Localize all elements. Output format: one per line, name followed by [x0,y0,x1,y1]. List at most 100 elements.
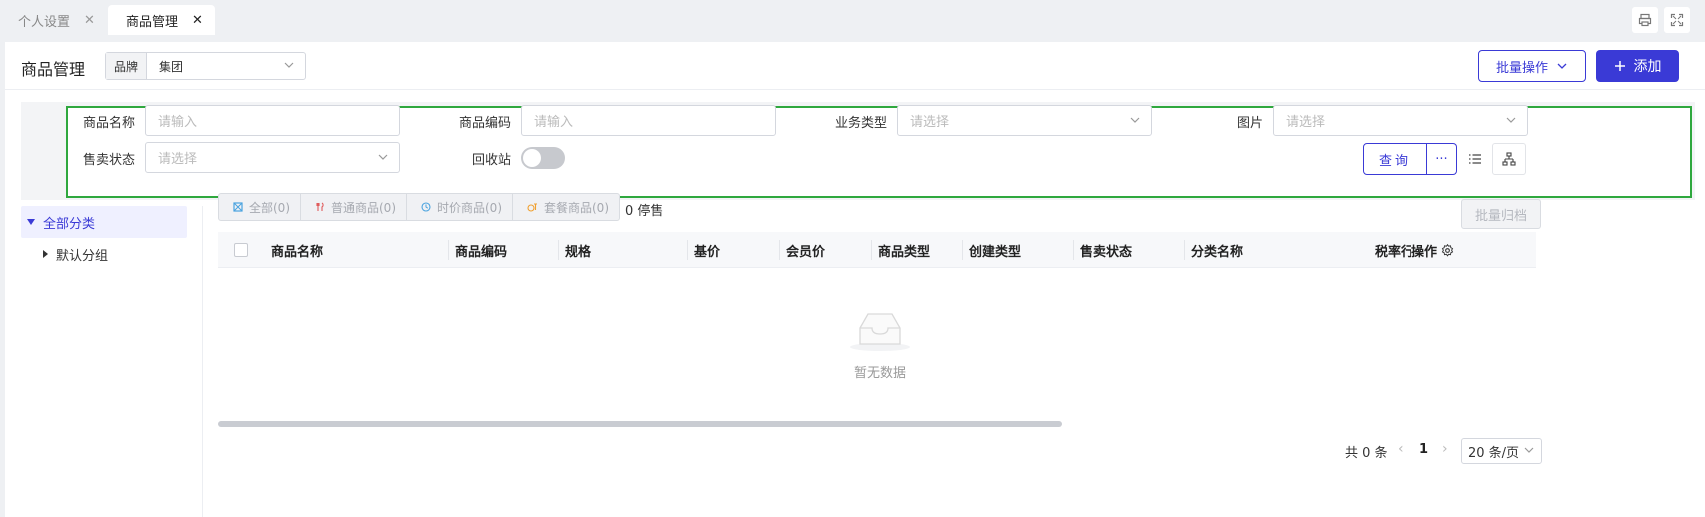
category-tree: 全部分类 默认分组 [5,206,203,517]
column-divider[interactable] [1184,240,1185,260]
product-type-filter: 全部(0) 普通商品(0) 时价商品(0) 套餐商品(0) [218,193,620,221]
tab-product-management[interactable]: 商品管理 ✕ [108,5,215,35]
column-divider[interactable] [1073,240,1074,260]
chevron-down-icon [1506,117,1516,123]
image-select[interactable]: 请选择 [1273,105,1528,136]
product-code-input[interactable]: 请输入 [521,105,776,136]
column-divider[interactable] [448,240,449,260]
type-market-price-button[interactable]: 时价商品(0) [407,194,513,220]
pagination-page[interactable]: 1 [1419,442,1428,457]
fork-knife-icon [316,202,324,211]
column-header[interactable]: 售卖状态 [1080,232,1132,268]
chevron-down-icon [1557,63,1567,69]
brand-value: 集团 [159,59,184,74]
placeholder: 请选择 [910,115,950,130]
tab-label: 个人设置 [18,14,71,30]
business-type-select[interactable]: 请选择 [897,105,1152,136]
placeholder: 请输入 [534,115,574,130]
empty-inbox-icon [850,313,910,351]
grid-icon [233,202,243,212]
column-header[interactable]: 商品名称 [271,232,323,268]
type-combo-button[interactable]: 套餐商品(0) [513,194,619,220]
pagination-total: 共 0 条 [1345,446,1388,461]
column-header[interactable]: 分类名称 [1191,232,1243,268]
chevron-down-icon [378,154,388,160]
page-header: 商品管理 品牌 集团 批量操作 添加 [5,42,1705,90]
column-header[interactable]: 会员价 [786,232,825,268]
tab-bar: 个人设置 ✕ 商品管理 ✕ [0,0,1705,40]
plus-icon [1614,61,1625,71]
chevron-right-icon[interactable]: › [1442,441,1448,457]
query-button[interactable]: 查询 [1363,143,1427,175]
chevron-left-icon[interactable]: ‹ [1398,441,1404,457]
print-icon[interactable] [1632,7,1658,33]
view-toggle-group [1458,143,1526,175]
page-size-select[interactable]: 20 条/页 [1461,438,1542,464]
clock-icon [421,202,431,212]
product-name-label: 商品名称 [82,116,135,131]
horizontal-scrollbar[interactable] [218,421,1536,429]
list-view-button[interactable] [1458,143,1492,175]
type-all-button[interactable]: 全部(0) [219,194,301,220]
business-type-label: 业务类型 [834,116,887,131]
tree-item-all[interactable]: 全部分类 [21,206,187,238]
recycle-bin-label: 回收站 [471,153,511,168]
select-all-checkbox[interactable] [234,243,248,257]
caret-right-icon[interactable] [43,250,48,258]
placeholder: 请输入 [158,115,198,130]
combo-icon [527,203,537,212]
column-divider[interactable] [558,240,559,260]
empty-state: 暂无数据 [820,310,940,381]
tree-item-default-group[interactable]: 默认分组 [21,238,187,270]
type-label: 普通商品(0) [331,200,396,215]
add-label: 添加 [1633,59,1662,75]
recycle-bin-toggle[interactable] [521,147,565,169]
fullscreen-icon[interactable] [1664,7,1690,33]
stop-sale-count: 0 停售 [625,204,664,219]
product-code-label: 商品编码 [458,116,511,131]
chevron-down-icon [1524,447,1534,453]
brand-label: 品牌 [106,53,148,79]
placeholder: 请选择 [158,152,198,167]
column-divider[interactable] [779,240,780,260]
tree-item-label: 默认分组 [56,248,109,264]
add-button[interactable]: 添加 [1596,50,1679,82]
column-header[interactable]: 规格 [565,232,591,268]
action-label: 操作 [1411,244,1438,260]
caret-down-icon[interactable] [27,219,35,225]
hierarchy-icon [1502,152,1516,166]
tree-item-label: 全部分类 [43,216,96,232]
column-header[interactable]: 商品类型 [878,232,930,268]
chevron-down-icon [1130,117,1140,123]
column-divider[interactable] [687,240,688,260]
empty-text: 暂无数据 [853,366,906,381]
scrollbar-thumb[interactable] [218,421,1062,427]
toggle-knob [523,149,541,167]
page-size-value: 20 条/页 [1468,445,1520,461]
query-button-group: 查询 ··· [1363,143,1457,175]
tab-personal-settings[interactable]: 个人设置 ✕ [0,5,107,35]
chevron-down-icon [284,62,294,68]
list-icon [1469,154,1481,164]
batch-label: 批量操作 [1495,60,1548,76]
tree-view-button[interactable] [1492,143,1526,175]
close-icon[interactable]: ✕ [84,13,95,28]
table-header: 商品名称 商品编码 规格 基价 会员价 商品类型 创建类型 售卖状态 分类名称 … [218,232,1536,268]
close-icon[interactable]: ✕ [192,13,203,28]
image-label: 图片 [1236,116,1263,131]
batch-operation-button[interactable]: 批量操作 [1478,50,1586,82]
column-header[interactable]: 创建类型 [969,232,1021,268]
column-header[interactable]: 商品编码 [455,232,507,268]
column-divider[interactable] [871,240,872,260]
column-header[interactable]: 基价 [694,232,720,268]
column-divider[interactable] [962,240,963,260]
type-normal-button[interactable]: 普通商品(0) [301,194,407,220]
gear-icon[interactable] [1441,243,1454,257]
column-header[interactable]: 税率行 [1375,232,1411,268]
brand-select[interactable]: 品牌 集团 [105,52,306,80]
sale-status-select[interactable]: 请选择 [145,142,400,173]
batch-archive-button[interactable]: 批量归档 [1461,199,1541,229]
page-title: 商品管理 [21,60,86,79]
product-name-input[interactable]: 请输入 [145,105,400,136]
more-button[interactable]: ··· [1427,143,1457,175]
